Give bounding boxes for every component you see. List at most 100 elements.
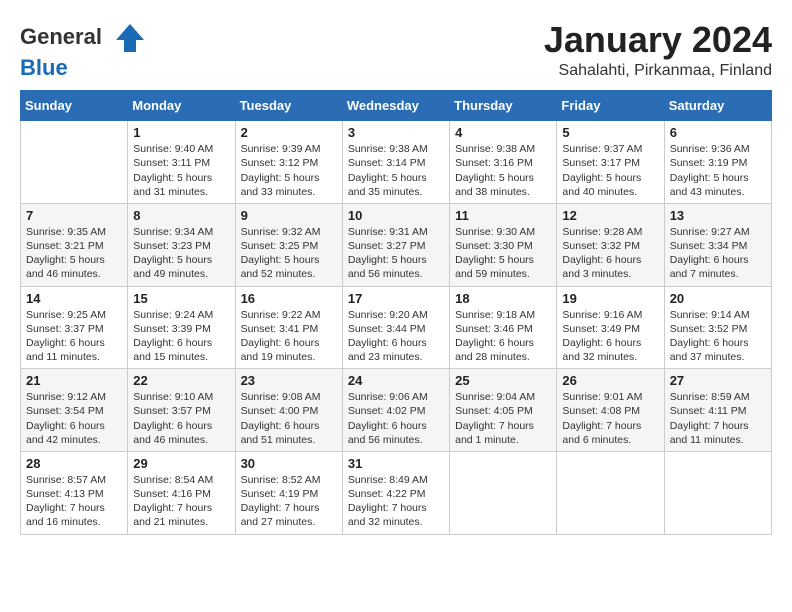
calendar-cell: 11 Sunrise: 9:30 AM Sunset: 3:30 PM Dayli…: [450, 203, 557, 286]
cell-detail: Sunrise: 9:30 AM Sunset: 3:30 PM Dayligh…: [455, 225, 551, 282]
calendar-cell: 22 Sunrise: 9:10 AM Sunset: 3:57 PM Dayli…: [128, 369, 235, 452]
weekday-header: Tuesday: [235, 91, 342, 121]
calendar-cell: 25 Sunrise: 9:04 AM Sunset: 4:05 PM Dayli…: [450, 369, 557, 452]
cell-detail: Sunrise: 9:22 AM Sunset: 3:41 PM Dayligh…: [241, 308, 337, 365]
cell-detail: Sunrise: 9:24 AM Sunset: 3:39 PM Dayligh…: [133, 308, 229, 365]
day-number: 16: [241, 291, 337, 306]
calendar-cell: 16 Sunrise: 9:22 AM Sunset: 3:41 PM Dayli…: [235, 286, 342, 369]
cell-detail: Sunrise: 8:49 AM Sunset: 4:22 PM Dayligh…: [348, 473, 444, 530]
day-number: 1: [133, 125, 229, 140]
cell-detail: Sunrise: 9:38 AM Sunset: 3:16 PM Dayligh…: [455, 142, 551, 199]
cell-detail: Sunrise: 9:10 AM Sunset: 3:57 PM Dayligh…: [133, 390, 229, 447]
calendar-cell: 4 Sunrise: 9:38 AM Sunset: 3:16 PM Daylig…: [450, 121, 557, 204]
day-number: 19: [562, 291, 658, 306]
calendar-week-row: 1 Sunrise: 9:40 AM Sunset: 3:11 PM Daylig…: [21, 121, 772, 204]
calendar-cell: 7 Sunrise: 9:35 AM Sunset: 3:21 PM Daylig…: [21, 203, 128, 286]
calendar-cell: 14 Sunrise: 9:25 AM Sunset: 3:37 PM Dayli…: [21, 286, 128, 369]
calendar-table: SundayMondayTuesdayWednesdayThursdayFrid…: [20, 90, 772, 534]
cell-detail: Sunrise: 9:27 AM Sunset: 3:34 PM Dayligh…: [670, 225, 766, 282]
weekday-header: Wednesday: [342, 91, 449, 121]
cell-detail: Sunrise: 9:06 AM Sunset: 4:02 PM Dayligh…: [348, 390, 444, 447]
calendar-cell: [21, 121, 128, 204]
calendar-cell: 31 Sunrise: 8:49 AM Sunset: 4:22 PM Dayli…: [342, 451, 449, 534]
cell-detail: Sunrise: 9:39 AM Sunset: 3:12 PM Dayligh…: [241, 142, 337, 199]
day-number: 24: [348, 373, 444, 388]
calendar-cell: [664, 451, 771, 534]
day-number: 10: [348, 208, 444, 223]
cell-detail: Sunrise: 8:54 AM Sunset: 4:16 PM Dayligh…: [133, 473, 229, 530]
cell-detail: Sunrise: 9:08 AM Sunset: 4:00 PM Dayligh…: [241, 390, 337, 447]
day-number: 23: [241, 373, 337, 388]
cell-detail: Sunrise: 9:14 AM Sunset: 3:52 PM Dayligh…: [670, 308, 766, 365]
day-number: 2: [241, 125, 337, 140]
day-number: 14: [26, 291, 122, 306]
cell-detail: Sunrise: 9:16 AM Sunset: 3:49 PM Dayligh…: [562, 308, 658, 365]
day-number: 17: [348, 291, 444, 306]
day-number: 25: [455, 373, 551, 388]
cell-detail: Sunrise: 8:57 AM Sunset: 4:13 PM Dayligh…: [26, 473, 122, 530]
day-number: 12: [562, 208, 658, 223]
cell-detail: Sunrise: 9:32 AM Sunset: 3:25 PM Dayligh…: [241, 225, 337, 282]
calendar-cell: 6 Sunrise: 9:36 AM Sunset: 3:19 PM Daylig…: [664, 121, 771, 204]
calendar-week-row: 28Sunrise: 8:57 AM Sunset: 4:13 PM Dayli…: [21, 451, 772, 534]
logo-general: General: [20, 24, 102, 49]
cell-detail: Sunrise: 9:12 AM Sunset: 3:54 PM Dayligh…: [26, 390, 122, 447]
cell-detail: Sunrise: 9:04 AM Sunset: 4:05 PM Dayligh…: [455, 390, 551, 447]
calendar-cell: 19 Sunrise: 9:16 AM Sunset: 3:49 PM Dayli…: [557, 286, 664, 369]
calendar-cell: 5 Sunrise: 9:37 AM Sunset: 3:17 PM Daylig…: [557, 121, 664, 204]
cell-detail: Sunrise: 9:40 AM Sunset: 3:11 PM Dayligh…: [133, 142, 229, 199]
cell-detail: Sunrise: 8:52 AM Sunset: 4:19 PM Dayligh…: [241, 473, 337, 530]
day-number: 13: [670, 208, 766, 223]
day-number: 7: [26, 208, 122, 223]
cell-detail: Sunrise: 9:36 AM Sunset: 3:19 PM Dayligh…: [670, 142, 766, 199]
calendar-cell: 26 Sunrise: 9:01 AM Sunset: 4:08 PM Dayli…: [557, 369, 664, 452]
cell-detail: Sunrise: 9:38 AM Sunset: 3:14 PM Dayligh…: [348, 142, 444, 199]
weekday-header: Saturday: [664, 91, 771, 121]
day-number: 31: [348, 456, 444, 471]
day-number: 15: [133, 291, 229, 306]
day-number: 21: [26, 373, 122, 388]
calendar-cell: 12Sunrise: 9:28 AM Sunset: 3:32 PM Dayli…: [557, 203, 664, 286]
calendar-cell: 13 Sunrise: 9:27 AM Sunset: 3:34 PM Dayli…: [664, 203, 771, 286]
weekday-header: Friday: [557, 91, 664, 121]
day-number: 20: [670, 291, 766, 306]
calendar-cell: 29Sunrise: 8:54 AM Sunset: 4:16 PM Dayli…: [128, 451, 235, 534]
calendar-cell: 1 Sunrise: 9:40 AM Sunset: 3:11 PM Daylig…: [128, 121, 235, 204]
cell-detail: Sunrise: 9:34 AM Sunset: 3:23 PM Dayligh…: [133, 225, 229, 282]
calendar-cell: 10Sunrise: 9:31 AM Sunset: 3:27 PM Dayli…: [342, 203, 449, 286]
day-number: 4: [455, 125, 551, 140]
calendar-cell: 17 Sunrise: 9:20 AM Sunset: 3:44 PM Dayli…: [342, 286, 449, 369]
cell-detail: Sunrise: 9:20 AM Sunset: 3:44 PM Dayligh…: [348, 308, 444, 365]
calendar-week-row: 21 Sunrise: 9:12 AM Sunset: 3:54 PM Dayli…: [21, 369, 772, 452]
day-number: 26: [562, 373, 658, 388]
cell-detail: Sunrise: 9:35 AM Sunset: 3:21 PM Dayligh…: [26, 225, 122, 282]
title-block: January 2024 Sahalahti, Pirkanmaa, Finla…: [544, 20, 772, 80]
day-number: 22: [133, 373, 229, 388]
cell-detail: Sunrise: 9:01 AM Sunset: 4:08 PM Dayligh…: [562, 390, 658, 447]
weekday-header: Sunday: [21, 91, 128, 121]
day-number: 5: [562, 125, 658, 140]
calendar-cell: [450, 451, 557, 534]
page-header: General Blue January 2024 Sahalahti, Pir…: [20, 20, 772, 80]
calendar-cell: 2 Sunrise: 9:39 AM Sunset: 3:12 PM Daylig…: [235, 121, 342, 204]
day-number: 3: [348, 125, 444, 140]
cell-detail: Sunrise: 8:59 AM Sunset: 4:11 PM Dayligh…: [670, 390, 766, 447]
day-number: 30: [241, 456, 337, 471]
calendar-cell: 9Sunrise: 9:32 AM Sunset: 3:25 PM Daylig…: [235, 203, 342, 286]
cell-detail: Sunrise: 9:37 AM Sunset: 3:17 PM Dayligh…: [562, 142, 658, 199]
logo: General Blue: [20, 20, 148, 80]
calendar-cell: 8 Sunrise: 9:34 AM Sunset: 3:23 PM Daylig…: [128, 203, 235, 286]
calendar-cell: 27Sunrise: 8:59 AM Sunset: 4:11 PM Dayli…: [664, 369, 771, 452]
calendar-cell: 24 Sunrise: 9:06 AM Sunset: 4:02 PM Dayli…: [342, 369, 449, 452]
day-number: 8: [133, 208, 229, 223]
weekday-header-row: SundayMondayTuesdayWednesdayThursdayFrid…: [21, 91, 772, 121]
calendar-cell: 18Sunrise: 9:18 AM Sunset: 3:46 PM Dayli…: [450, 286, 557, 369]
cell-detail: Sunrise: 9:25 AM Sunset: 3:37 PM Dayligh…: [26, 308, 122, 365]
cell-detail: Sunrise: 9:18 AM Sunset: 3:46 PM Dayligh…: [455, 308, 551, 365]
weekday-header: Monday: [128, 91, 235, 121]
day-number: 11: [455, 208, 551, 223]
month-title: January 2024: [544, 20, 772, 60]
calendar-cell: 23 Sunrise: 9:08 AM Sunset: 4:00 PM Dayli…: [235, 369, 342, 452]
calendar-cell: 3 Sunrise: 9:38 AM Sunset: 3:14 PM Daylig…: [342, 121, 449, 204]
day-number: 6: [670, 125, 766, 140]
